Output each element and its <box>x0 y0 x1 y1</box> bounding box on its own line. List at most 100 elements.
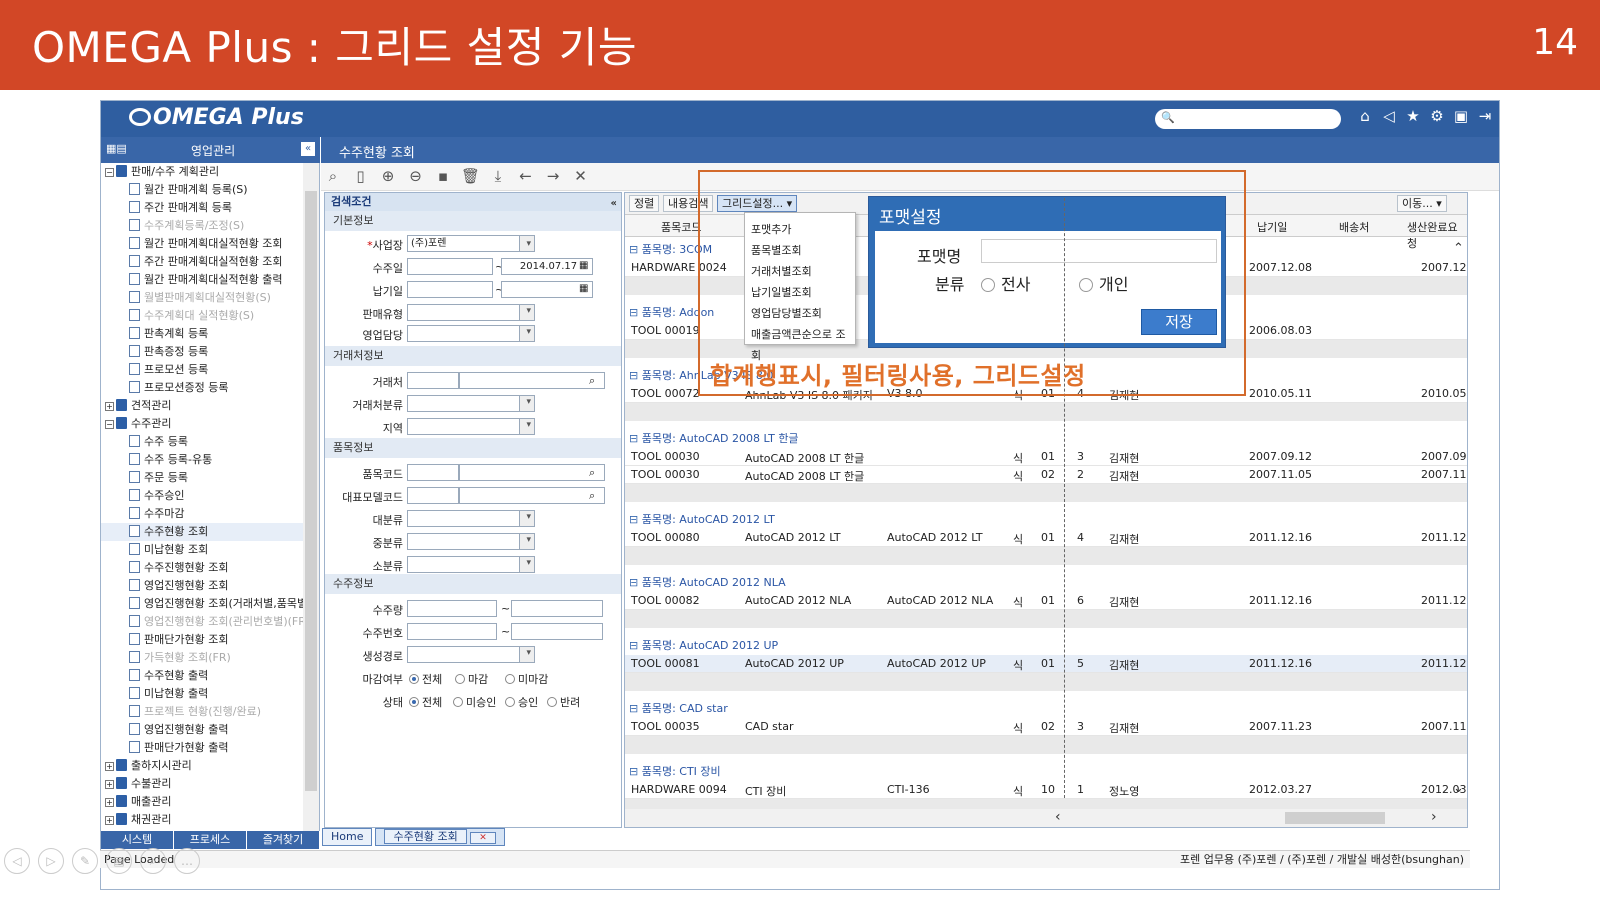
sidebar-folder[interactable]: + 견적관리 <box>101 397 319 415</box>
model-code[interactable] <box>407 487 459 504</box>
partner-class-select[interactable] <box>407 395 535 412</box>
logout-icon[interactable]: ⇥ <box>1477 107 1493 125</box>
sidebar-item[interactable]: 판촉증정 등록 <box>101 343 319 361</box>
sidebar-item[interactable]: 영업진행현황 조회(거래처별,품목별) <box>101 595 319 613</box>
sidebar-item[interactable]: 미납현황 출력 <box>101 685 319 703</box>
expand-icon[interactable]: + <box>105 762 114 771</box>
sidebar-item[interactable]: 수주승인 <box>101 487 319 505</box>
sidebar-item[interactable]: 수주 등록 <box>101 433 319 451</box>
sidebar-item[interactable]: 수주마감 <box>101 505 319 523</box>
sidebar-item[interactable]: 월간 판매계획 등록(S) <box>101 181 319 199</box>
order-no-from[interactable] <box>407 623 497 640</box>
zoom-icon[interactable]: ⌕ <box>140 848 166 874</box>
sidebar-folder[interactable]: + 채권관리 <box>101 811 319 829</box>
home-icon[interactable]: ⌂ <box>1357 107 1373 125</box>
group-header[interactable]: 품목명: AutoCAD 2012 UP <box>629 637 778 653</box>
star-icon[interactable]: ★ <box>1405 107 1421 125</box>
sidebar-item[interactable]: 월간 판매계획대실적현황 출력 <box>101 271 319 289</box>
expand-icon[interactable]: + <box>105 816 114 825</box>
qty-to[interactable] <box>511 600 603 617</box>
sidebar-item[interactable]: 판매단가현황 조회 <box>101 631 319 649</box>
grid-hscroll[interactable]: ‹ › <box>625 809 1467 827</box>
state-approved-radio[interactable]: 승인 <box>505 694 538 710</box>
table-row[interactable]: TOOL 00081 AutoCAD 2012 UP AutoCAD 2012 UP… <box>625 655 1467 673</box>
table-row[interactable]: HARDWARE 0094 CTI 장비 CTI-136 식 10 1 정노영 2012.03… <box>625 781 1467 799</box>
collapse-icon[interactable]: « <box>301 142 315 156</box>
sidebar-item[interactable]: 영업진행현황 조회 <box>101 577 319 595</box>
sidebar-item[interactable]: 미납현황 조회 <box>101 541 319 559</box>
delete-icon[interactable]: 🗑 <box>459 167 483 185</box>
state-rejected-radio[interactable]: 반려 <box>547 694 580 710</box>
sidebar-item[interactable]: 수주현황 출력 <box>101 667 319 685</box>
search-icon[interactable]: ⌕ <box>589 489 595 503</box>
group-header[interactable]: 품목명: AutoCAD 2008 LT 한글 <box>629 430 799 446</box>
tab-favorites[interactable]: 즐겨찾기 <box>247 831 320 849</box>
cat-mid-select[interactable] <box>407 533 535 550</box>
sidebar-folder[interactable]: + 수불관리 <box>101 775 319 793</box>
prev-icon[interactable]: ← <box>514 167 538 185</box>
sidebar-item[interactable]: 주간 판매계획 등록 <box>101 199 319 217</box>
prev-slide-icon[interactable]: ◁ <box>4 848 30 874</box>
sidebar-item[interactable]: 판매단가현황 출력 <box>101 739 319 757</box>
expand-icon[interactable]: + <box>105 780 114 789</box>
grid-vscroll[interactable]: ⌃ ⌄ <box>1453 241 1467 801</box>
next-slide-icon[interactable]: ▷ <box>38 848 64 874</box>
col-ship[interactable]: 배송처 <box>1339 219 1369 235</box>
sidebar-item[interactable]: 수주현황 조회 <box>101 523 319 541</box>
calendar-icon[interactable]: ▦ <box>579 260 588 271</box>
route-select[interactable] <box>407 646 535 663</box>
table-row[interactable]: TOOL 00035 CAD star 식 02 3 김재현 2007.11.23 2007.… <box>625 718 1467 736</box>
due-date-from[interactable] <box>407 281 493 298</box>
sidebar-item[interactable]: 주간 판매계획대실적현황 조회 <box>101 253 319 271</box>
tab-home[interactable]: Home <box>322 828 373 846</box>
order-no-to[interactable] <box>511 623 603 640</box>
remove-icon[interactable]: ⊖ <box>404 167 428 185</box>
order-date-from[interactable] <box>407 258 493 275</box>
qty-from[interactable] <box>407 600 497 617</box>
cat-large-select[interactable] <box>407 510 535 527</box>
tab-process[interactable]: 프로세스 <box>174 831 247 849</box>
close-icon[interactable]: ✕ <box>569 167 593 185</box>
download-icon[interactable]: ⤓ <box>486 167 510 185</box>
region-select[interactable] <box>407 418 535 435</box>
scroll-thumb[interactable] <box>305 191 317 791</box>
partner-name[interactable] <box>459 372 605 389</box>
sidebar-folder[interactable]: − 수주관리 <box>101 415 319 433</box>
grid-view-icon[interactable]: ▦▤ <box>106 142 127 155</box>
business-select[interactable]: (주)포렌 <box>407 235 535 252</box>
sales-type-select[interactable] <box>407 304 535 321</box>
sidebar-item[interactable]: 영업진행현황 출력 <box>101 721 319 739</box>
sidebar-item[interactable]: 수주계획등록/조정(S) <box>101 217 319 235</box>
table-row[interactable]: TOOL 00082 AutoCAD 2012 NLA AutoCAD 2012 N… <box>625 592 1467 610</box>
sidebar-item[interactable]: 수주진행현황 조회 <box>101 559 319 577</box>
table-row[interactable]: TOOL 00080 AutoCAD 2012 LT AutoCAD 2012 LT… <box>625 529 1467 547</box>
search-icon[interactable]: ⌕ <box>321 167 345 185</box>
close-icon[interactable]: ✕ <box>470 832 496 844</box>
partner-code[interactable] <box>407 372 459 389</box>
sidebar-folder[interactable]: − 판매/수주 계획관리 <box>101 163 319 181</box>
layout-icon[interactable]: ▣ <box>1453 107 1469 125</box>
closing-closed-radio[interactable]: 마감 <box>455 671 488 687</box>
slides-icon[interactable]: ▤ <box>106 848 132 874</box>
sidebar-item[interactable]: 월간 판매계획대실적현황 조회 <box>101 235 319 253</box>
sidebar-item[interactable]: 프로모션증정 등록 <box>101 379 319 397</box>
sidebar-item[interactable]: 수주 등록-유통 <box>101 451 319 469</box>
sidebar-folder[interactable]: + 출하지시관리 <box>101 757 319 775</box>
state-pending-radio[interactable]: 미승인 <box>453 694 496 710</box>
sidebar-scrollbar[interactable] <box>303 163 319 833</box>
item-name[interactable] <box>459 464 605 481</box>
collapse-icon[interactable]: − <box>105 420 114 429</box>
scroll-down-icon[interactable]: ⌄ <box>1453 781 1464 796</box>
cat-small-select[interactable] <box>407 556 535 573</box>
back-icon[interactable]: ◁ <box>1381 107 1397 125</box>
expand-icon[interactable]: + <box>105 798 114 807</box>
group-header[interactable]: 품목명: CAD star <box>629 700 728 716</box>
table-row[interactable]: TOOL 00030 AutoCAD 2008 LT 한글 식 01 3 김재현 2007.… <box>625 448 1467 466</box>
closing-all-radio[interactable]: 전체 <box>409 671 442 687</box>
sidebar-item[interactable]: 월별판매계획대실적현황(S) <box>101 289 319 307</box>
tab-system[interactable]: 시스템 <box>101 831 174 849</box>
add-icon[interactable]: ⊕ <box>376 167 400 185</box>
sales-rep-select[interactable] <box>407 325 535 342</box>
col-due[interactable]: 납기일 <box>1257 219 1287 235</box>
group-header[interactable]: 품목명: CTI 장비 <box>629 763 721 779</box>
